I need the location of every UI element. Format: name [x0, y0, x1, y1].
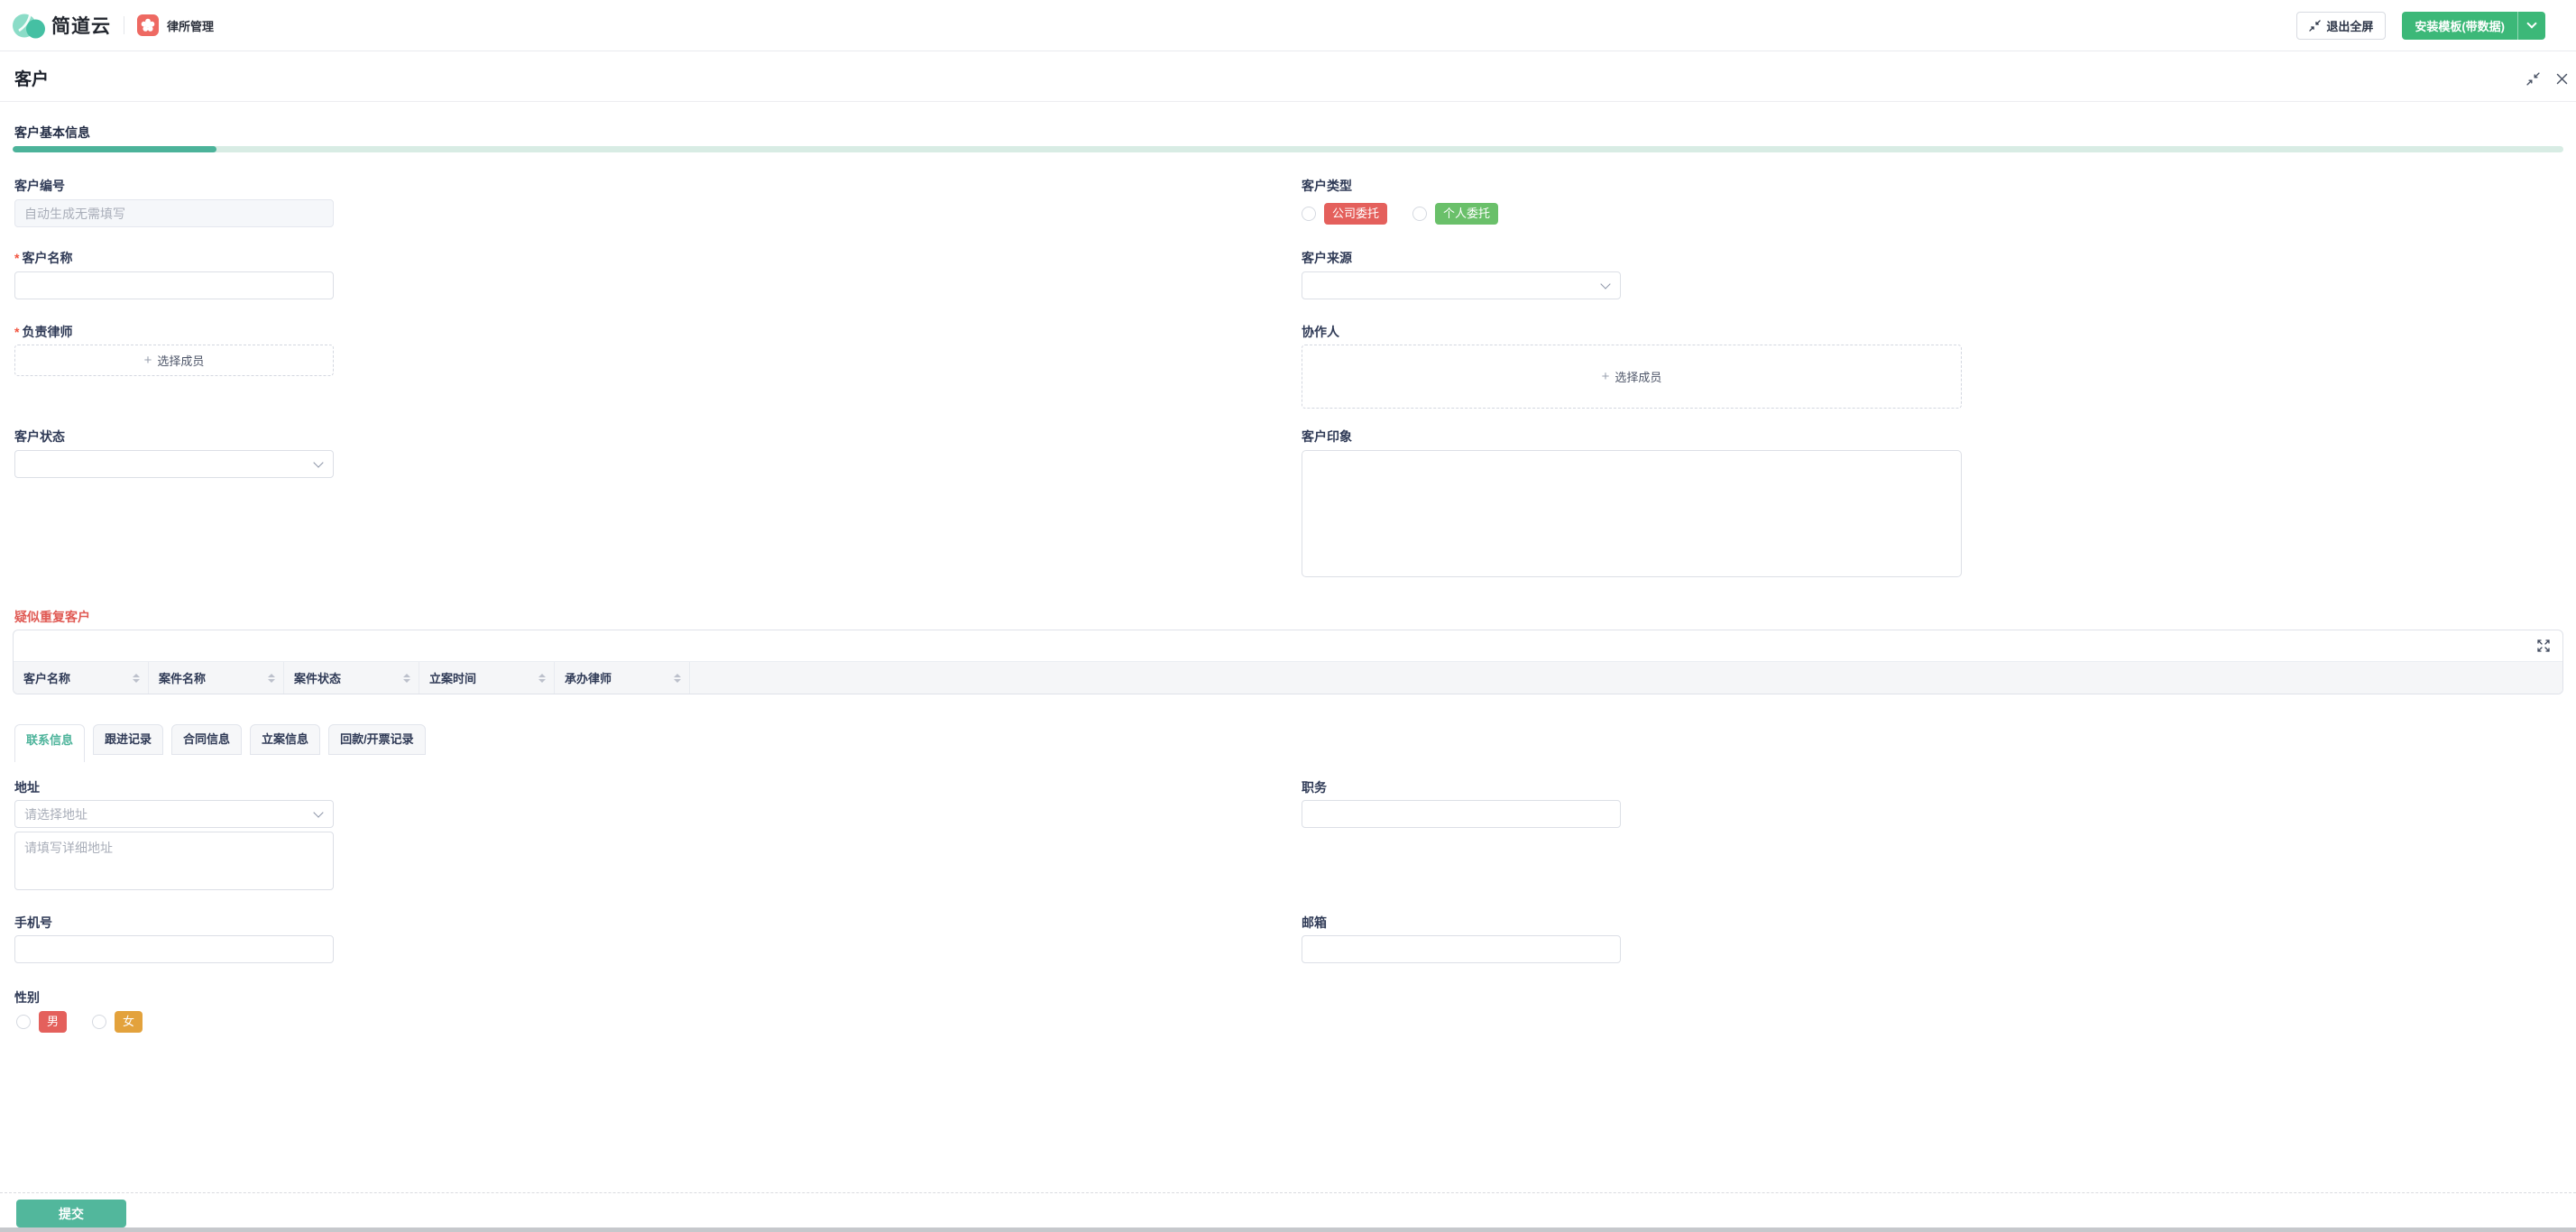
column-header-label: 立案时间 — [429, 669, 476, 686]
column-header-label: 客户名称 — [23, 669, 70, 686]
form-title: 客户 — [14, 66, 49, 90]
tab-contract-info[interactable]: 合同信息 — [171, 724, 242, 755]
top-bar: 简道云 律所管理 退出全屏 安装模板(带数据) — [0, 0, 2576, 51]
customer-type-option-company[interactable]: 公司委托 — [1324, 203, 1387, 225]
sort-carets-icon — [674, 674, 681, 683]
customer-name-label: 客户名称 — [14, 249, 72, 267]
install-template-button[interactable]: 安装模板(带数据) — [2402, 12, 2517, 40]
customer-status-label: 客户状态 — [14, 428, 65, 446]
tab-payment-invoice-records[interactable]: 回款/开票记录 — [328, 724, 426, 755]
install-template-dropdown-button[interactable] — [2517, 12, 2545, 40]
customer-type-radio-group: 公司委托 个人委托 — [1302, 203, 1498, 225]
logo-text: 简道云 — [51, 12, 111, 39]
gender-radio-male[interactable] — [16, 1015, 31, 1029]
section-progress-fill — [13, 146, 216, 152]
install-template-split-button: 安装模板(带数据) — [2402, 12, 2545, 40]
exit-fullscreen-label: 退出全屏 — [2326, 17, 2373, 34]
expand-arrows-icon[interactable] — [2536, 639, 2551, 653]
customer-name-input[interactable] — [14, 271, 334, 299]
collaborator-select-member-button[interactable]: 选择成员 — [1302, 345, 1962, 409]
address-select-placeholder: 请选择地址 — [24, 805, 87, 823]
header-filler-cell — [690, 662, 2562, 694]
gender-radio-group: 男 女 — [16, 1011, 143, 1033]
section-title: 客户基本信息 — [14, 124, 90, 142]
customer-type-option-personal[interactable]: 个人委托 — [1435, 203, 1498, 225]
gender-option-male[interactable]: 男 — [39, 1011, 67, 1033]
address-detail-textarea[interactable] — [14, 832, 334, 890]
duplicate-customers-table: 客户名称 案件名称 案件状态 立案时间 承办律师 — [13, 630, 2563, 694]
gender-label: 性别 — [14, 988, 40, 1007]
flower-app-icon — [137, 14, 159, 36]
column-header-case-status[interactable]: 案件状态 — [284, 662, 419, 694]
customer-impression-textarea[interactable] — [1302, 450, 1962, 577]
column-header-label: 案件名称 — [159, 669, 206, 686]
logo[interactable]: 简道云 — [13, 11, 111, 41]
customer-source-select[interactable] — [1302, 271, 1621, 299]
sort-carets-icon — [403, 674, 410, 683]
detail-tabs: 联系信息 跟进记录 合同信息 立案信息 回款/开票记录 — [14, 724, 426, 762]
chevron-down-icon — [313, 457, 323, 467]
gender-option-female[interactable]: 女 — [115, 1011, 143, 1033]
customer-type-radio-personal[interactable] — [1412, 207, 1427, 221]
column-header-label: 案件状态 — [294, 669, 341, 686]
form-title-bar: 客户 — [0, 51, 2576, 102]
address-label: 地址 — [14, 778, 40, 796]
tab-filing-info[interactable]: 立案信息 — [250, 724, 320, 755]
responsible-lawyer-label: 负责律师 — [14, 323, 72, 341]
tab-contact-info[interactable]: 联系信息 — [14, 724, 85, 762]
gender-radio-female[interactable] — [92, 1015, 106, 1029]
column-header-label: 承办律师 — [565, 669, 612, 686]
submit-button[interactable]: 提交 — [16, 1200, 126, 1227]
plus-icon — [144, 353, 152, 368]
install-template-label: 安装模板(带数据) — [2415, 17, 2505, 34]
chevron-down-icon — [313, 807, 323, 817]
chevron-down-icon — [1600, 279, 1610, 289]
compress-arrows-icon — [2309, 20, 2321, 32]
section-progress-bar — [13, 146, 2563, 152]
form-footer: 提交 — [0, 1192, 2576, 1227]
sort-carets-icon — [133, 674, 140, 683]
exit-fullscreen-button[interactable]: 退出全屏 — [2296, 12, 2386, 40]
customer-no-input — [14, 199, 334, 227]
customer-source-label: 客户来源 — [1302, 249, 1352, 267]
customer-type-radio-company[interactable] — [1302, 207, 1316, 221]
sort-carets-icon — [268, 674, 275, 683]
jiandaoyun-logo-icon — [13, 11, 45, 41]
sort-carets-icon — [538, 674, 546, 683]
position-input[interactable] — [1302, 800, 1621, 828]
form-body: 客户基本信息 客户编号 客户类型 公司委托 个人委托 客户名称 客户来源 负责律… — [0, 102, 2576, 1192]
app-name: 律所管理 — [167, 17, 214, 34]
address-select[interactable]: 请选择地址 — [14, 800, 334, 828]
column-header-customer-name[interactable]: 客户名称 — [14, 662, 149, 694]
duplicate-table-toolbar — [14, 630, 2562, 662]
position-label: 职务 — [1302, 778, 1327, 796]
customer-impression-label: 客户印象 — [1302, 428, 1352, 446]
collaborator-label: 协作人 — [1302, 323, 1339, 341]
column-header-case-name[interactable]: 案件名称 — [149, 662, 284, 694]
plus-icon — [1602, 369, 1610, 384]
email-label: 邮箱 — [1302, 914, 1327, 932]
phone-label: 手机号 — [14, 914, 52, 932]
select-member-label: 选择成员 — [157, 352, 204, 369]
duplicate-table-header-row: 客户名称 案件名称 案件状态 立案时间 承办律师 — [14, 662, 2562, 694]
customer-status-select[interactable] — [14, 450, 334, 478]
column-header-handling-lawyer[interactable]: 承办律师 — [555, 662, 690, 694]
window-bottom-edge — [0, 1227, 2576, 1232]
chevron-down-icon — [2526, 18, 2536, 28]
responsible-lawyer-select-member-button[interactable]: 选择成员 — [14, 345, 334, 376]
duplicate-customers-label: 疑似重复客户 — [14, 608, 90, 626]
email-input[interactable] — [1302, 935, 1621, 963]
tab-follow-up-records[interactable]: 跟进记录 — [93, 724, 163, 755]
select-member-label: 选择成员 — [1615, 368, 1661, 385]
phone-input[interactable] — [14, 935, 334, 963]
customer-no-label: 客户编号 — [14, 177, 65, 195]
column-header-filing-time[interactable]: 立案时间 — [419, 662, 555, 694]
customer-type-label: 客户类型 — [1302, 177, 1352, 195]
collapse-arrows-icon[interactable] — [2526, 72, 2540, 86]
close-icon[interactable] — [2555, 72, 2569, 86]
